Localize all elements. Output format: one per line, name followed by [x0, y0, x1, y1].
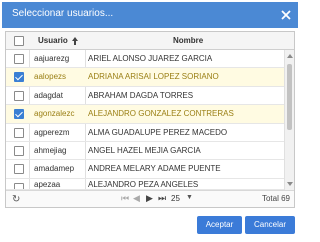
row-nombre: ANGEL HAZEL MEJIA GARCIA — [88, 145, 201, 155]
scrollbar-thumb[interactable] — [287, 64, 292, 130]
grid-header: Usuario Nombre — [6, 32, 294, 50]
row-usuario: agperezm — [34, 127, 70, 137]
scroll-up-icon[interactable] — [287, 54, 293, 58]
close-icon[interactable] — [280, 9, 292, 21]
row-checkbox[interactable] — [14, 145, 24, 156]
table-row[interactable]: amadamep ANDREA MELARY ADAME PUENTE — [6, 160, 284, 179]
scroll-down-icon[interactable] — [287, 182, 293, 186]
table-row[interactable]: agperezm ALMA GUADALUPE PEREZ MACEDO — [6, 124, 284, 142]
row-nombre: ARIEL ALONSO JUAREZ GARCIA — [88, 54, 213, 63]
row-checkbox[interactable] — [14, 90, 24, 101]
row-nombre: ANDREA MELARY ADAME PUENTE — [88, 164, 221, 174]
row-checkbox[interactable] — [14, 72, 24, 83]
table-row[interactable]: aalopezs ADRIANA ARISAI LOPEZ SORIANO — [6, 68, 284, 87]
refresh-icon[interactable]: ↻ — [12, 194, 20, 205]
row-usuario: aajuarezg — [34, 54, 70, 63]
sort-asc-icon — [72, 36, 79, 45]
row-usuario: aalopezs — [34, 72, 67, 82]
first-page-icon[interactable]: ⏮ — [121, 193, 129, 204]
row-usuario: apezaa — [34, 179, 61, 189]
row-nombre: ADRIANA ARISAI LOPEZ SORIANO — [88, 72, 219, 82]
dialog-titlebar: Seleccionar usuarios... — [2, 2, 298, 28]
users-grid: Usuario Nombre aajuarezg ARIEL ALONSO JU… — [5, 31, 295, 208]
total-count: Total 69 — [261, 194, 290, 203]
cancel-button[interactable]: Cancelar — [245, 216, 295, 234]
row-usuario: amadamep — [34, 164, 75, 174]
row-checkbox[interactable] — [14, 54, 24, 64]
select-users-dialog: Seleccionar usuarios... Usuario Nombre a… — [0, 0, 300, 242]
table-row[interactable]: apezaa ALEJANDRO PEZA ANGELES — [6, 179, 284, 190]
last-page-icon[interactable]: ⏭ — [158, 193, 166, 204]
row-checkbox[interactable] — [14, 164, 24, 175]
grid-rows: aajuarezg ARIEL ALONSO JUAREZ GARCIA aal… — [6, 50, 284, 190]
chevron-down-icon[interactable]: ▼ — [186, 194, 193, 201]
table-row[interactable]: ahmejiag ANGEL HAZEL MEJIA GARCIA — [6, 142, 284, 161]
row-usuario: ahmejiag — [34, 145, 67, 155]
table-row[interactable]: agonzalezc ALEJANDRO GONZALEZ CONTRERAS — [6, 105, 284, 124]
row-checkbox[interactable] — [14, 127, 24, 138]
column-header-usuario[interactable]: Usuario — [38, 32, 79, 50]
row-usuario: adagdat — [34, 90, 63, 100]
row-nombre: ABRAHAM DAGDA TORRES — [88, 90, 194, 100]
row-checkbox[interactable] — [14, 182, 24, 189]
next-page-icon[interactable]: ▶ — [146, 193, 153, 204]
row-nombre: ALEJANDRO PEZA ANGELES — [88, 179, 199, 189]
previous-page-icon[interactable]: ◀ — [133, 193, 140, 204]
column-header-nombre[interactable]: Nombre — [173, 32, 203, 50]
row-nombre: ALEJANDRO GONZALEZ CONTRERAS — [88, 109, 234, 119]
table-row[interactable]: adagdat ABRAHAM DAGDA TORRES — [6, 87, 284, 106]
row-usuario: agonzalezc — [34, 109, 75, 119]
grid-pager: ↻ ⏮ ◀ ▶ ⏭ 25 ▼ Total 69 — [6, 190, 294, 207]
vertical-scrollbar[interactable] — [284, 50, 294, 190]
table-row[interactable]: aajuarezg ARIEL ALONSO JUAREZ GARCIA — [6, 50, 284, 69]
row-checkbox[interactable] — [14, 109, 24, 120]
column-header-usuario-label: Usuario — [38, 36, 68, 45]
dialog-title: Seleccionar usuarios... — [12, 8, 114, 19]
row-nombre: ALMA GUADALUPE PEREZ MACEDO — [88, 127, 228, 137]
accept-button[interactable]: Aceptar — [197, 216, 242, 234]
page-size-select[interactable]: 25 — [171, 194, 180, 203]
select-all-checkbox[interactable] — [14, 36, 24, 46]
